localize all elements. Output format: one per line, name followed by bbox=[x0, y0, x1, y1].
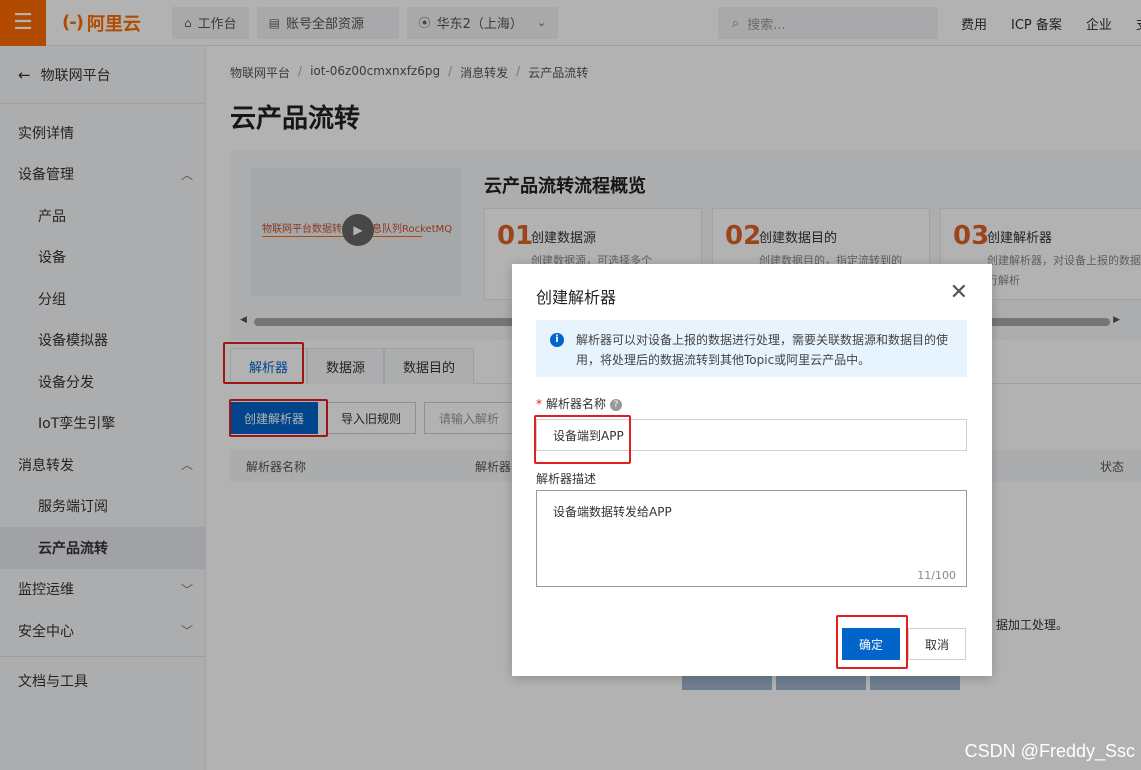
required-marker: * bbox=[536, 397, 542, 411]
cancel-button[interactable]: 取消 bbox=[908, 628, 966, 660]
dialog-title: 创建解析器 bbox=[536, 288, 617, 307]
character-count: 11/100 bbox=[917, 569, 956, 582]
parser-description-value: 设备端数据转发给APP bbox=[553, 505, 672, 519]
highlight-box bbox=[534, 415, 631, 464]
name-label-text: 解析器名称 bbox=[546, 397, 607, 411]
info-icon: i bbox=[550, 333, 564, 347]
help-icon[interactable]: ? bbox=[610, 398, 623, 411]
button-label: 取消 bbox=[924, 637, 949, 652]
close-icon[interactable]: ✕ bbox=[950, 280, 968, 305]
name-field-label: * 解析器名称? bbox=[536, 395, 623, 412]
watermark-text: CSDN @Freddy_Ssc bbox=[964, 741, 1135, 761]
highlight-box bbox=[836, 615, 908, 669]
description-field-label: 解析器描述 bbox=[536, 472, 597, 486]
parser-description-textarea[interactable]: 设备端数据转发给APP 11/100 bbox=[536, 490, 967, 587]
info-text: 解析器可以对设备上报的数据进行处理，需要关联数据源和数据目的使用，将处理后的数据… bbox=[576, 333, 949, 367]
info-alert: i 解析器可以对设备上报的数据进行处理，需要关联数据源和数据目的使用，将处理后的… bbox=[536, 320, 967, 377]
create-parser-dialog: 创建解析器 ✕ i 解析器可以对设备上报的数据进行处理，需要关联数据源和数据目的… bbox=[512, 264, 992, 676]
